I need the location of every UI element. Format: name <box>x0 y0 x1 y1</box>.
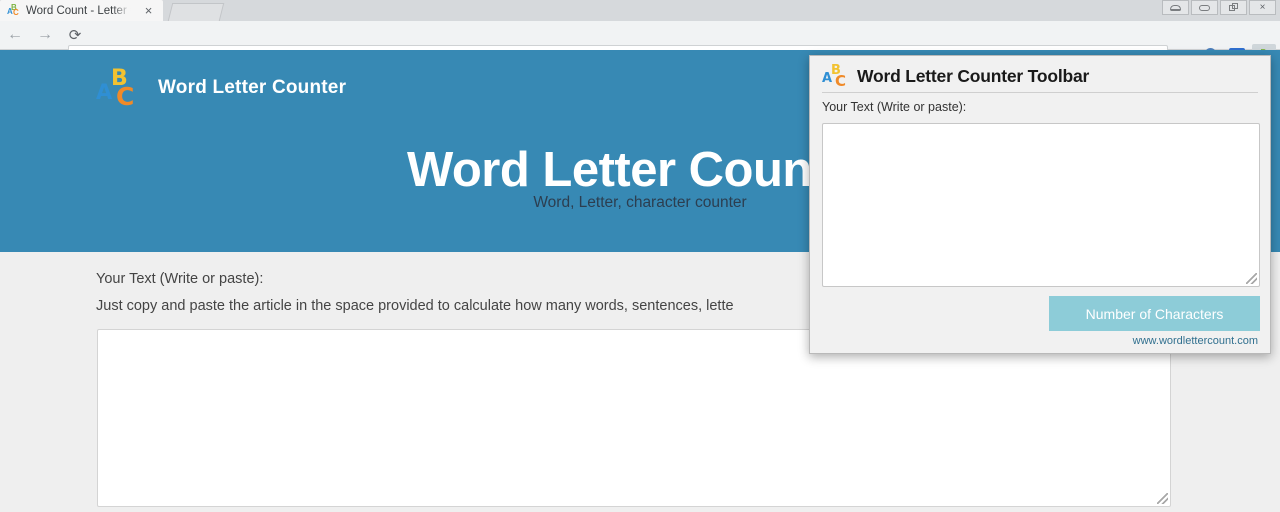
tab-title: Word Count - Letter Cou <box>26 4 131 17</box>
popup-divider <box>822 92 1258 93</box>
forward-button[interactable]: → <box>30 21 60 49</box>
window-minimize-button[interactable] <box>1162 0 1189 15</box>
window-controls: × <box>1162 0 1276 15</box>
popup-resize-handle[interactable] <box>1246 273 1257 284</box>
window-restore-button[interactable] <box>1220 0 1247 15</box>
resize-handle[interactable] <box>1157 493 1168 504</box>
abc-favicon-icon: A B C <box>7 3 19 17</box>
popup-title: Word Letter Counter Toolbar <box>857 65 1090 86</box>
extension-popup: A B C Word Letter Counter Toolbar Your T… <box>809 55 1271 354</box>
browser-window: A B C Word Count - Letter Cou × × ← → ⟳ … <box>0 0 1280 512</box>
main-text-input[interactable] <box>97 329 1171 507</box>
new-tab-button[interactable] <box>167 3 225 21</box>
popup-abc-logo-icon: A B C <box>822 63 847 90</box>
tab-strip: A B C Word Count - Letter Cou × × <box>0 0 1280 21</box>
popup-text-input[interactable] <box>822 123 1260 287</box>
close-icon: × <box>1259 2 1266 13</box>
back-button[interactable]: ← <box>0 21 30 49</box>
popup-your-text-label: Your Text (Write or paste): <box>822 100 967 114</box>
popup-footer-link[interactable]: www.wordlettercount.com <box>1133 335 1258 347</box>
navigation-toolbar: ← → ⟳ i wordlettercount.com ☆ 1 <box>0 21 1280 68</box>
window-maximize-button[interactable] <box>1191 0 1218 15</box>
popup-header: A B C Word Letter Counter Toolbar <box>810 56 1270 90</box>
tab-close-icon[interactable]: × <box>142 4 155 17</box>
site-brand[interactable]: A B C Word Letter Counter <box>96 66 347 111</box>
instructions-text: Just copy and paste the article in the s… <box>96 298 734 314</box>
brand-name: Word Letter Counter <box>158 77 347 98</box>
window-close-button[interactable]: × <box>1249 0 1276 15</box>
abc-logo-icon: A B C <box>96 66 135 111</box>
browser-tab[interactable]: A B C Word Count - Letter Cou × <box>0 0 163 21</box>
your-text-label: Your Text (Write or paste): <box>96 271 264 287</box>
number-of-characters-button[interactable]: Number of Characters <box>1049 296 1260 331</box>
